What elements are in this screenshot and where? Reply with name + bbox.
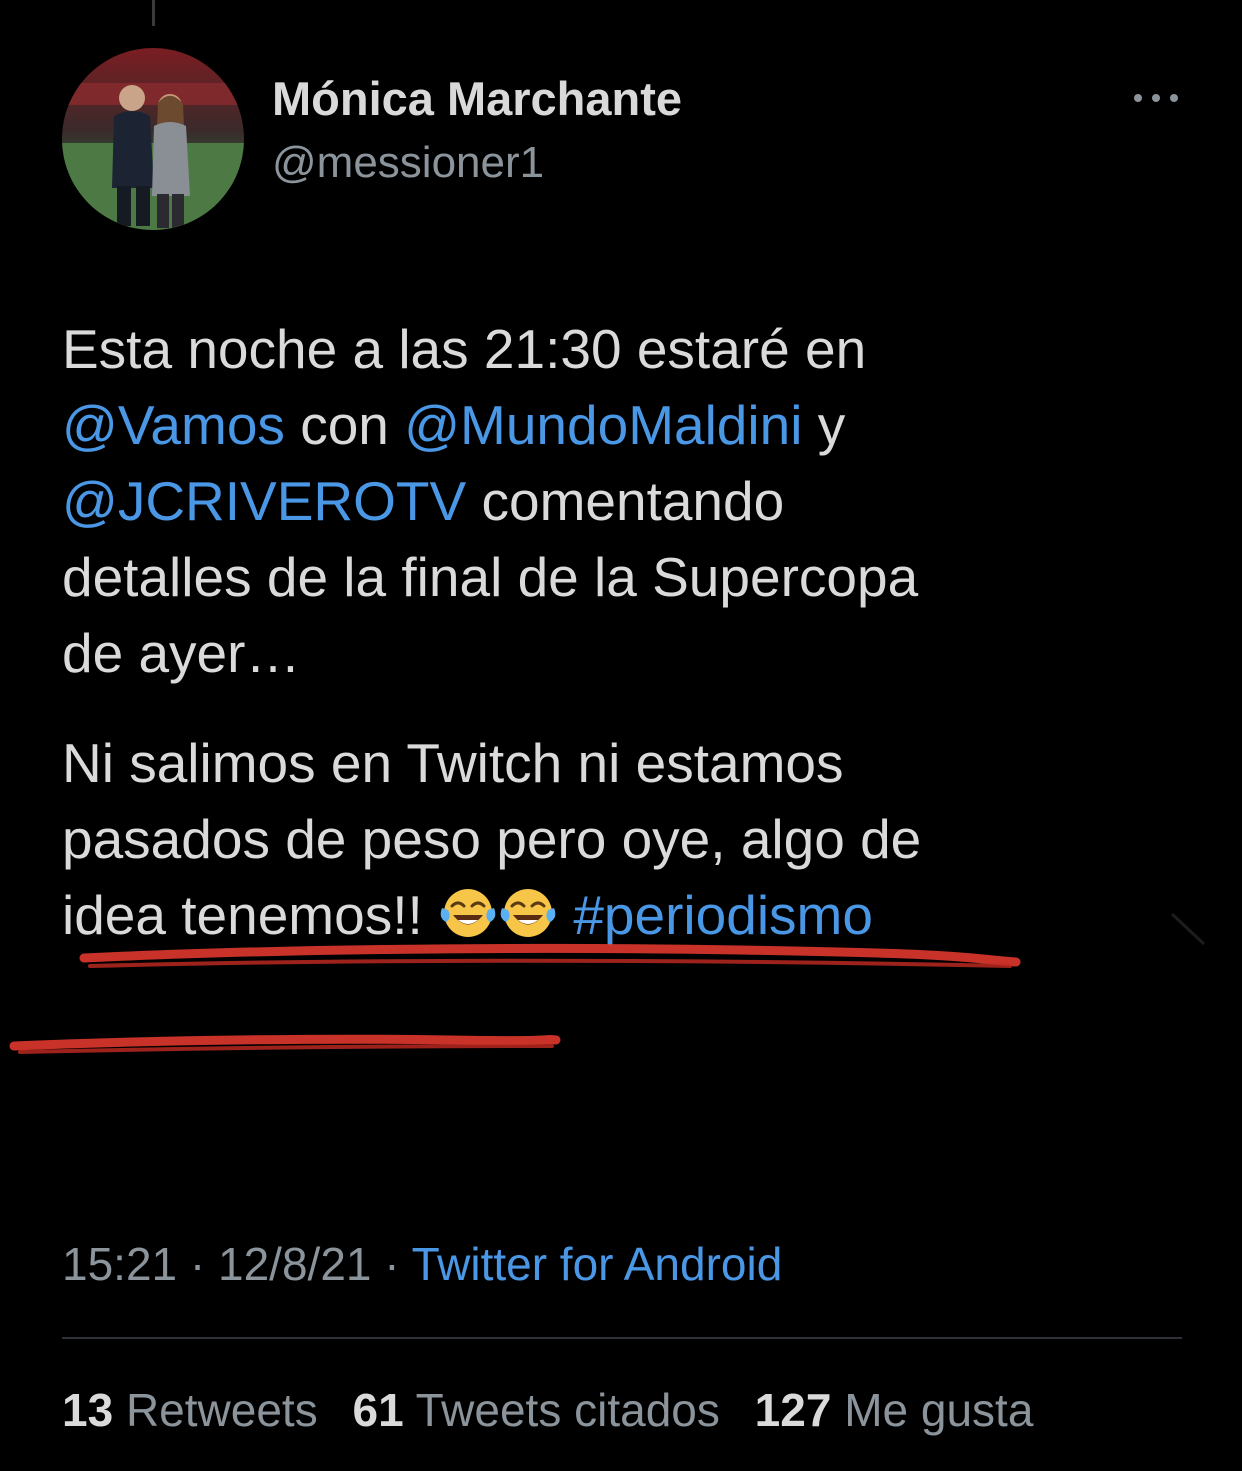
avatar-photo [62, 48, 244, 230]
mention-link[interactable]: @Vamos [62, 394, 285, 456]
mention-link[interactable]: @MundoMaldini [404, 394, 802, 456]
hashtag-link[interactable]: #periodismo [573, 884, 873, 946]
tweet-text-line: @JCRIVEROTV comentando [62, 463, 1212, 539]
author-handle[interactable]: @messioner1 [272, 137, 682, 189]
tweet-text-segment: y [802, 394, 846, 456]
mention-link[interactable]: @JCRIVEROTV [62, 470, 466, 532]
divider [62, 1337, 1182, 1339]
quote-tweets-count: 61 [352, 1384, 404, 1436]
tweet-meta: 15:21 · 12/8/21 · Twitter for Android [62, 1234, 782, 1294]
tweet-text-segment: Ni salimos en Twitch ni estamos [62, 732, 844, 794]
tweet-text-segment: Esta noche a las 21:30 estaré en [62, 318, 867, 380]
tweet-time[interactable]: 15:21 [62, 1238, 177, 1290]
more-options-button[interactable] [1128, 84, 1184, 112]
tweet-text-line: @Vamos con @MundoMaldini y [62, 387, 1212, 463]
retweets-count: 13 [62, 1384, 114, 1436]
tweet-text-segment: idea tenemos!! [62, 884, 439, 946]
likes-count: 127 [754, 1384, 832, 1436]
more-horizontal-icon [1134, 94, 1178, 102]
retweets-stat[interactable]: 13 Retweets [62, 1380, 318, 1440]
tweet-text-line: detalles de la final de la Supercopa [62, 539, 1212, 615]
meta-separator: · [384, 1238, 400, 1290]
tweet-text-segment: de ayer… [62, 622, 301, 684]
tweet-text-line: pasados de peso pero oye, algo de [62, 801, 1212, 877]
tears-of-joy-emoji-icon [498, 882, 558, 942]
likes-label: Me gusta [844, 1384, 1034, 1436]
avatar[interactable] [62, 48, 244, 230]
tweet-text-segment: comentando [466, 470, 785, 532]
meta-separator: · [189, 1238, 206, 1290]
tweet-text-segment [558, 884, 573, 946]
tweet-stats: 13 Retweets 61 Tweets citados 127 Me gus… [62, 1380, 1055, 1440]
quote-tweets-label: Tweets citados [415, 1384, 720, 1436]
thread-connector-line [152, 0, 155, 26]
tweet-text-line: de ayer… [62, 615, 1212, 691]
tweet-text-line: idea tenemos!! #periodismo [62, 877, 1212, 953]
tweet-date[interactable]: 12/8/21 [218, 1238, 371, 1290]
author-display-name[interactable]: Mónica Marchante [272, 73, 682, 125]
tweet-text-line: Ni salimos en Twitch ni estamos [62, 725, 1212, 801]
tweet-text-segment: con [284, 394, 405, 456]
tweet-source-link[interactable]: Twitter for Android [412, 1238, 783, 1290]
author-block[interactable]: Mónica Marchante @messioner1 [272, 73, 682, 189]
quote-tweets-stat[interactable]: 61 Tweets citados [352, 1380, 719, 1440]
retweets-label: Retweets [125, 1384, 318, 1436]
tears-of-joy-emoji-icon [438, 882, 498, 942]
tweet-text-line: Esta noche a las 21:30 estaré en [62, 311, 1212, 387]
tweet-text-segment: detalles de la final de la Supercopa [62, 546, 919, 608]
tweet-text-segment: pasados de peso pero oye, algo de [62, 808, 922, 870]
tweet-text: Esta noche a las 21:30 estaré en @Vamos c… [62, 311, 1212, 953]
likes-stat[interactable]: 127 Me gusta [755, 1380, 1034, 1440]
